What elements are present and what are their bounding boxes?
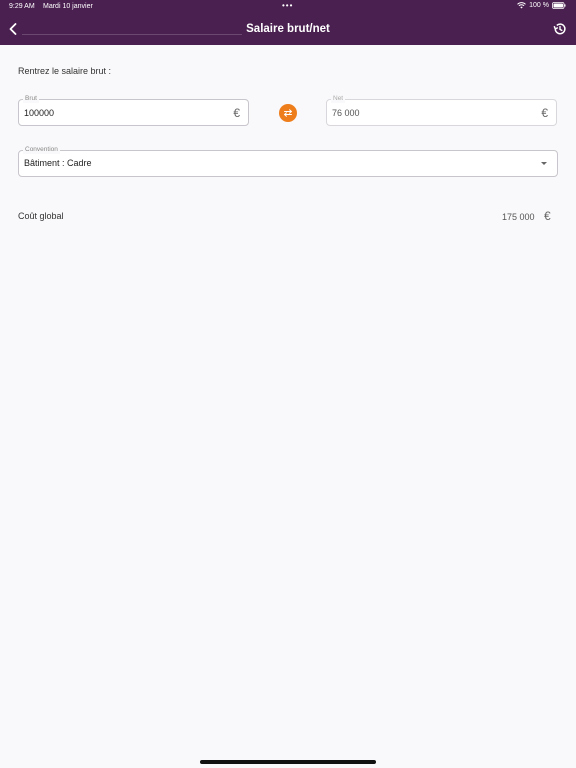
net-label: Net <box>331 95 346 103</box>
status-bar: 9:29 AM Mardi 10 janvier ••• 100 % <box>0 0 576 14</box>
swap-button[interactable] <box>279 104 297 122</box>
total-cost-value: 175 000 <box>502 212 535 222</box>
dropdown-arrow-icon[interactable] <box>541 162 547 165</box>
app-header: 9:29 AM Mardi 10 janvier ••• 100 % Salai… <box>0 0 576 45</box>
home-indicator[interactable] <box>200 760 376 764</box>
total-cost-label: Coût global <box>18 211 64 221</box>
battery-icon <box>552 2 566 9</box>
status-right: 100 % <box>517 2 566 9</box>
gross-label: Brut <box>23 95 39 103</box>
euro-icon: € <box>233 106 240 120</box>
convention-label: Convention <box>23 146 60 154</box>
swap-icon <box>284 109 292 117</box>
euro-icon: € <box>544 209 551 223</box>
gross-salary-field[interactable]: Brut 100000 € <box>18 95 249 126</box>
wifi-icon <box>517 2 526 9</box>
status-time: 9:29 AM <box>9 3 35 10</box>
euro-icon: € <box>541 106 548 120</box>
convention-select[interactable]: Convention Bâtiment : Cadre <box>18 146 558 177</box>
battery-percent: 100 % <box>529 2 549 9</box>
net-value[interactable]: 76 000 <box>332 108 360 118</box>
status-date: Mardi 10 janvier <box>43 3 93 10</box>
history-icon <box>553 23 566 35</box>
convention-value[interactable]: Bâtiment : Cadre <box>24 158 92 168</box>
input-prompt: Rentrez le salaire brut : <box>18 66 112 76</box>
net-salary-field[interactable]: Net 76 000 € <box>326 95 557 126</box>
page-title: Salaire brut/net <box>246 23 330 35</box>
history-button[interactable] <box>552 21 568 37</box>
multitask-dots[interactable]: ••• <box>282 1 293 10</box>
gross-value[interactable]: 100000 <box>24 108 54 118</box>
